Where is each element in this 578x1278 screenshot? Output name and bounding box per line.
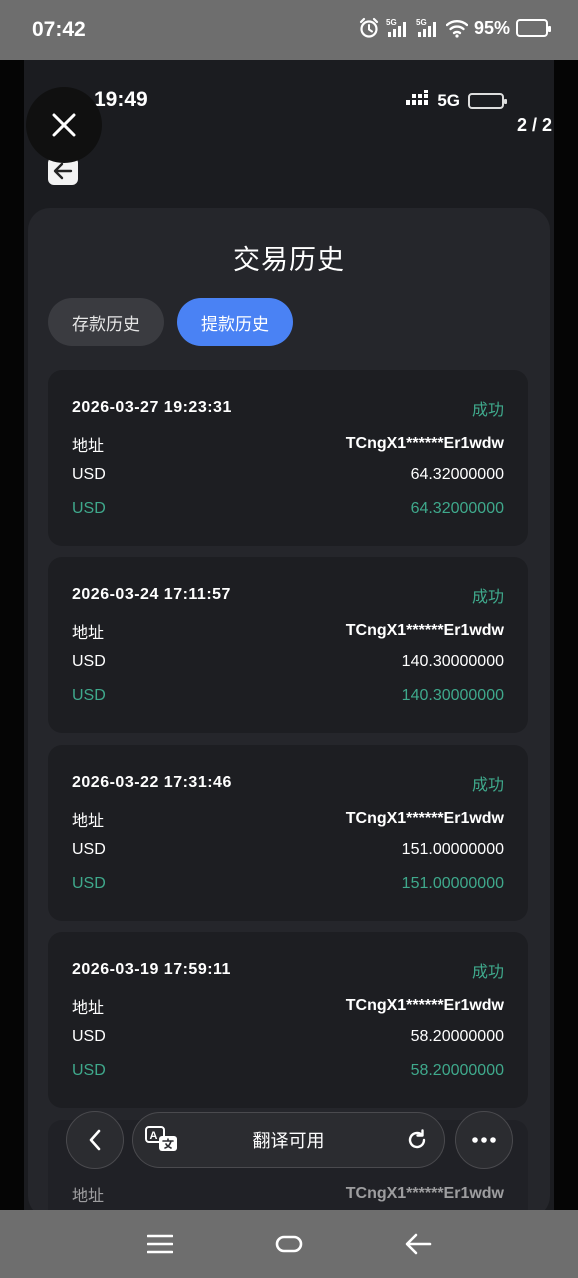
inner-time: 19:49	[94, 88, 148, 111]
record-net-amount-row: USD 64.32000000	[72, 500, 504, 518]
record-address-row: 地址 TCngX1******Er1wdw	[72, 1182, 504, 1206]
net-currency-label: USD	[72, 1062, 106, 1079]
address-label: 地址	[72, 1000, 105, 1017]
record-datetime: 2026-03-27 19:23:31	[72, 399, 232, 416]
record-net-amount-row: USD 58.20000000	[72, 1062, 504, 1080]
record-amount-row: USD 58.20000000	[72, 1028, 504, 1046]
withdrawal-record: 2026-03-22 17:31:46 成功 地址 TCngX1******Er…	[48, 745, 528, 921]
signal-5g-icon: 5G	[386, 17, 410, 39]
history-tabs: 存款历史 提款历史	[48, 298, 293, 346]
translate-label: 翻译可用	[252, 1131, 325, 1151]
arrow-left-icon	[405, 1233, 432, 1255]
more-options-button[interactable]	[455, 1111, 513, 1169]
currency-label: USD	[72, 466, 106, 483]
amount-value: 64.32000000	[410, 466, 504, 483]
net-amount-value: 64.32000000	[410, 500, 504, 517]
page-title: 交易历史	[233, 245, 345, 275]
system-status-icons: 5G 5G 95%	[358, 17, 551, 39]
record-net-amount-row: USD 151.00000000	[72, 875, 504, 893]
viewer-bottom-toolbar: A 翻译可用	[0, 1110, 578, 1172]
record-datetime: 2026-03-19 17:59:11	[72, 961, 231, 978]
record-status: 成功	[471, 402, 504, 419]
inner-battery-icon	[468, 92, 507, 109]
home-pill-icon	[275, 1235, 303, 1253]
tab-withdraw-history: 提款历史	[177, 298, 293, 346]
address-value: TCngX1******Er1wdw	[345, 997, 504, 1014]
currency-label: USD	[72, 1028, 106, 1045]
translate-button[interactable]: A 翻译可用	[132, 1112, 445, 1168]
record-datetime: 2026-03-22 17:31:46	[72, 774, 232, 791]
recent-apps-button[interactable]	[140, 1228, 180, 1260]
screenshot-image: 19:49 5G 交易历史 存款历史 提款历史 2026-03-27 19:23	[24, 60, 554, 1210]
inner-status-bar: 19:49 5G	[24, 60, 554, 140]
record-address-row: 地址 TCngX1******Er1wdw	[72, 432, 504, 456]
image-viewer: 19:49 5G 交易历史 存款历史 提款历史 2026-03-27 19:23	[0, 60, 578, 1210]
currency-label: USD	[72, 653, 106, 670]
record-datetime: 2026-03-24 17:11:57	[72, 586, 231, 603]
system-status-bar: 07:42 5G 5G 95%	[0, 0, 578, 60]
record-status: 成功	[471, 964, 504, 981]
amount-value: 58.20000000	[410, 1028, 504, 1045]
page-counter: 2 / 2	[516, 115, 552, 135]
withdrawal-record: 2026-03-24 17:11:57 成功 地址 TCngX1******Er…	[48, 557, 528, 733]
chevron-left-icon	[89, 1129, 101, 1151]
battery-icon	[516, 19, 551, 37]
close-viewer-button[interactable]	[26, 87, 102, 163]
svg-text:5G: 5G	[386, 18, 397, 27]
address-value: TCngX1******Er1wdw	[345, 1185, 504, 1202]
inner-network-label: 5G	[437, 90, 460, 110]
close-icon	[52, 113, 76, 137]
refresh-icon	[406, 1129, 428, 1156]
record-amount-row: USD 64.32000000	[72, 466, 504, 484]
currency-label: USD	[72, 841, 106, 858]
net-currency-label: USD	[72, 687, 106, 704]
battery-percent: 95%	[473, 17, 510, 38]
record-address-row: 地址 TCngX1******Er1wdw	[72, 807, 504, 831]
inner-status-icons: 5G	[405, 90, 507, 111]
alarm-icon	[358, 17, 380, 39]
menu-lines-icon	[147, 1234, 173, 1254]
address-value: TCngX1******Er1wdw	[345, 810, 504, 827]
system-navigation-bar	[0, 1210, 578, 1278]
record-address-row: 地址 TCngX1******Er1wdw	[72, 994, 504, 1018]
system-time: 07:42	[32, 18, 86, 41]
address-label: 地址	[72, 813, 105, 830]
net-amount-value: 151.00000000	[401, 875, 504, 892]
withdrawal-record: 2026-03-27 19:23:31 成功 地址 TCngX1******Er…	[48, 370, 528, 546]
record-amount-row: USD 151.00000000	[72, 841, 504, 859]
transaction-history-panel: 交易历史 存款历史 提款历史 2026-03-27 19:23:31 成功 地址…	[28, 208, 550, 1210]
address-label: 地址	[72, 438, 105, 455]
withdrawal-record: 2026-03-19 17:59:11 成功 地址 TCngX1******Er…	[48, 932, 528, 1108]
record-amount-row: USD 140.30000000	[72, 653, 504, 671]
previous-button[interactable]	[66, 1111, 124, 1169]
net-amount-value: 140.30000000	[401, 687, 504, 704]
inner-signal-icon	[405, 90, 429, 111]
tab-deposit-history: 存款历史	[48, 298, 164, 346]
net-amount-value: 58.20000000	[410, 1062, 504, 1079]
more-horizontal-icon	[472, 1137, 496, 1143]
record-header-row: 2026-03-22 17:31:46 成功	[72, 771, 504, 795]
svg-text:5G: 5G	[416, 18, 427, 27]
net-currency-label: USD	[72, 500, 106, 517]
record-header-row: 2026-03-27 19:23:31 成功	[72, 396, 504, 420]
arrow-left-icon	[53, 162, 73, 180]
amount-value: 140.30000000	[401, 653, 504, 670]
record-header-row: 2026-03-24 17:11:57 成功	[72, 583, 504, 607]
back-button[interactable]	[398, 1228, 438, 1260]
signal-5g-icon-2: 5G	[416, 17, 440, 39]
net-currency-label: USD	[72, 875, 106, 892]
address-label: 地址	[72, 625, 105, 642]
record-status: 成功	[471, 777, 504, 794]
address-value: TCngX1******Er1wdw	[345, 435, 504, 452]
wifi-icon	[445, 18, 468, 38]
home-button[interactable]	[269, 1228, 309, 1260]
address-label: 地址	[72, 1188, 105, 1205]
record-status: 成功	[471, 589, 504, 606]
record-address-row: 地址 TCngX1******Er1wdw	[72, 619, 504, 643]
record-header-row: 2026-03-19 17:59:11 成功	[72, 958, 504, 982]
address-value: TCngX1******Er1wdw	[345, 622, 504, 639]
amount-value: 151.00000000	[401, 841, 504, 858]
record-net-amount-row: USD 140.30000000	[72, 687, 504, 705]
